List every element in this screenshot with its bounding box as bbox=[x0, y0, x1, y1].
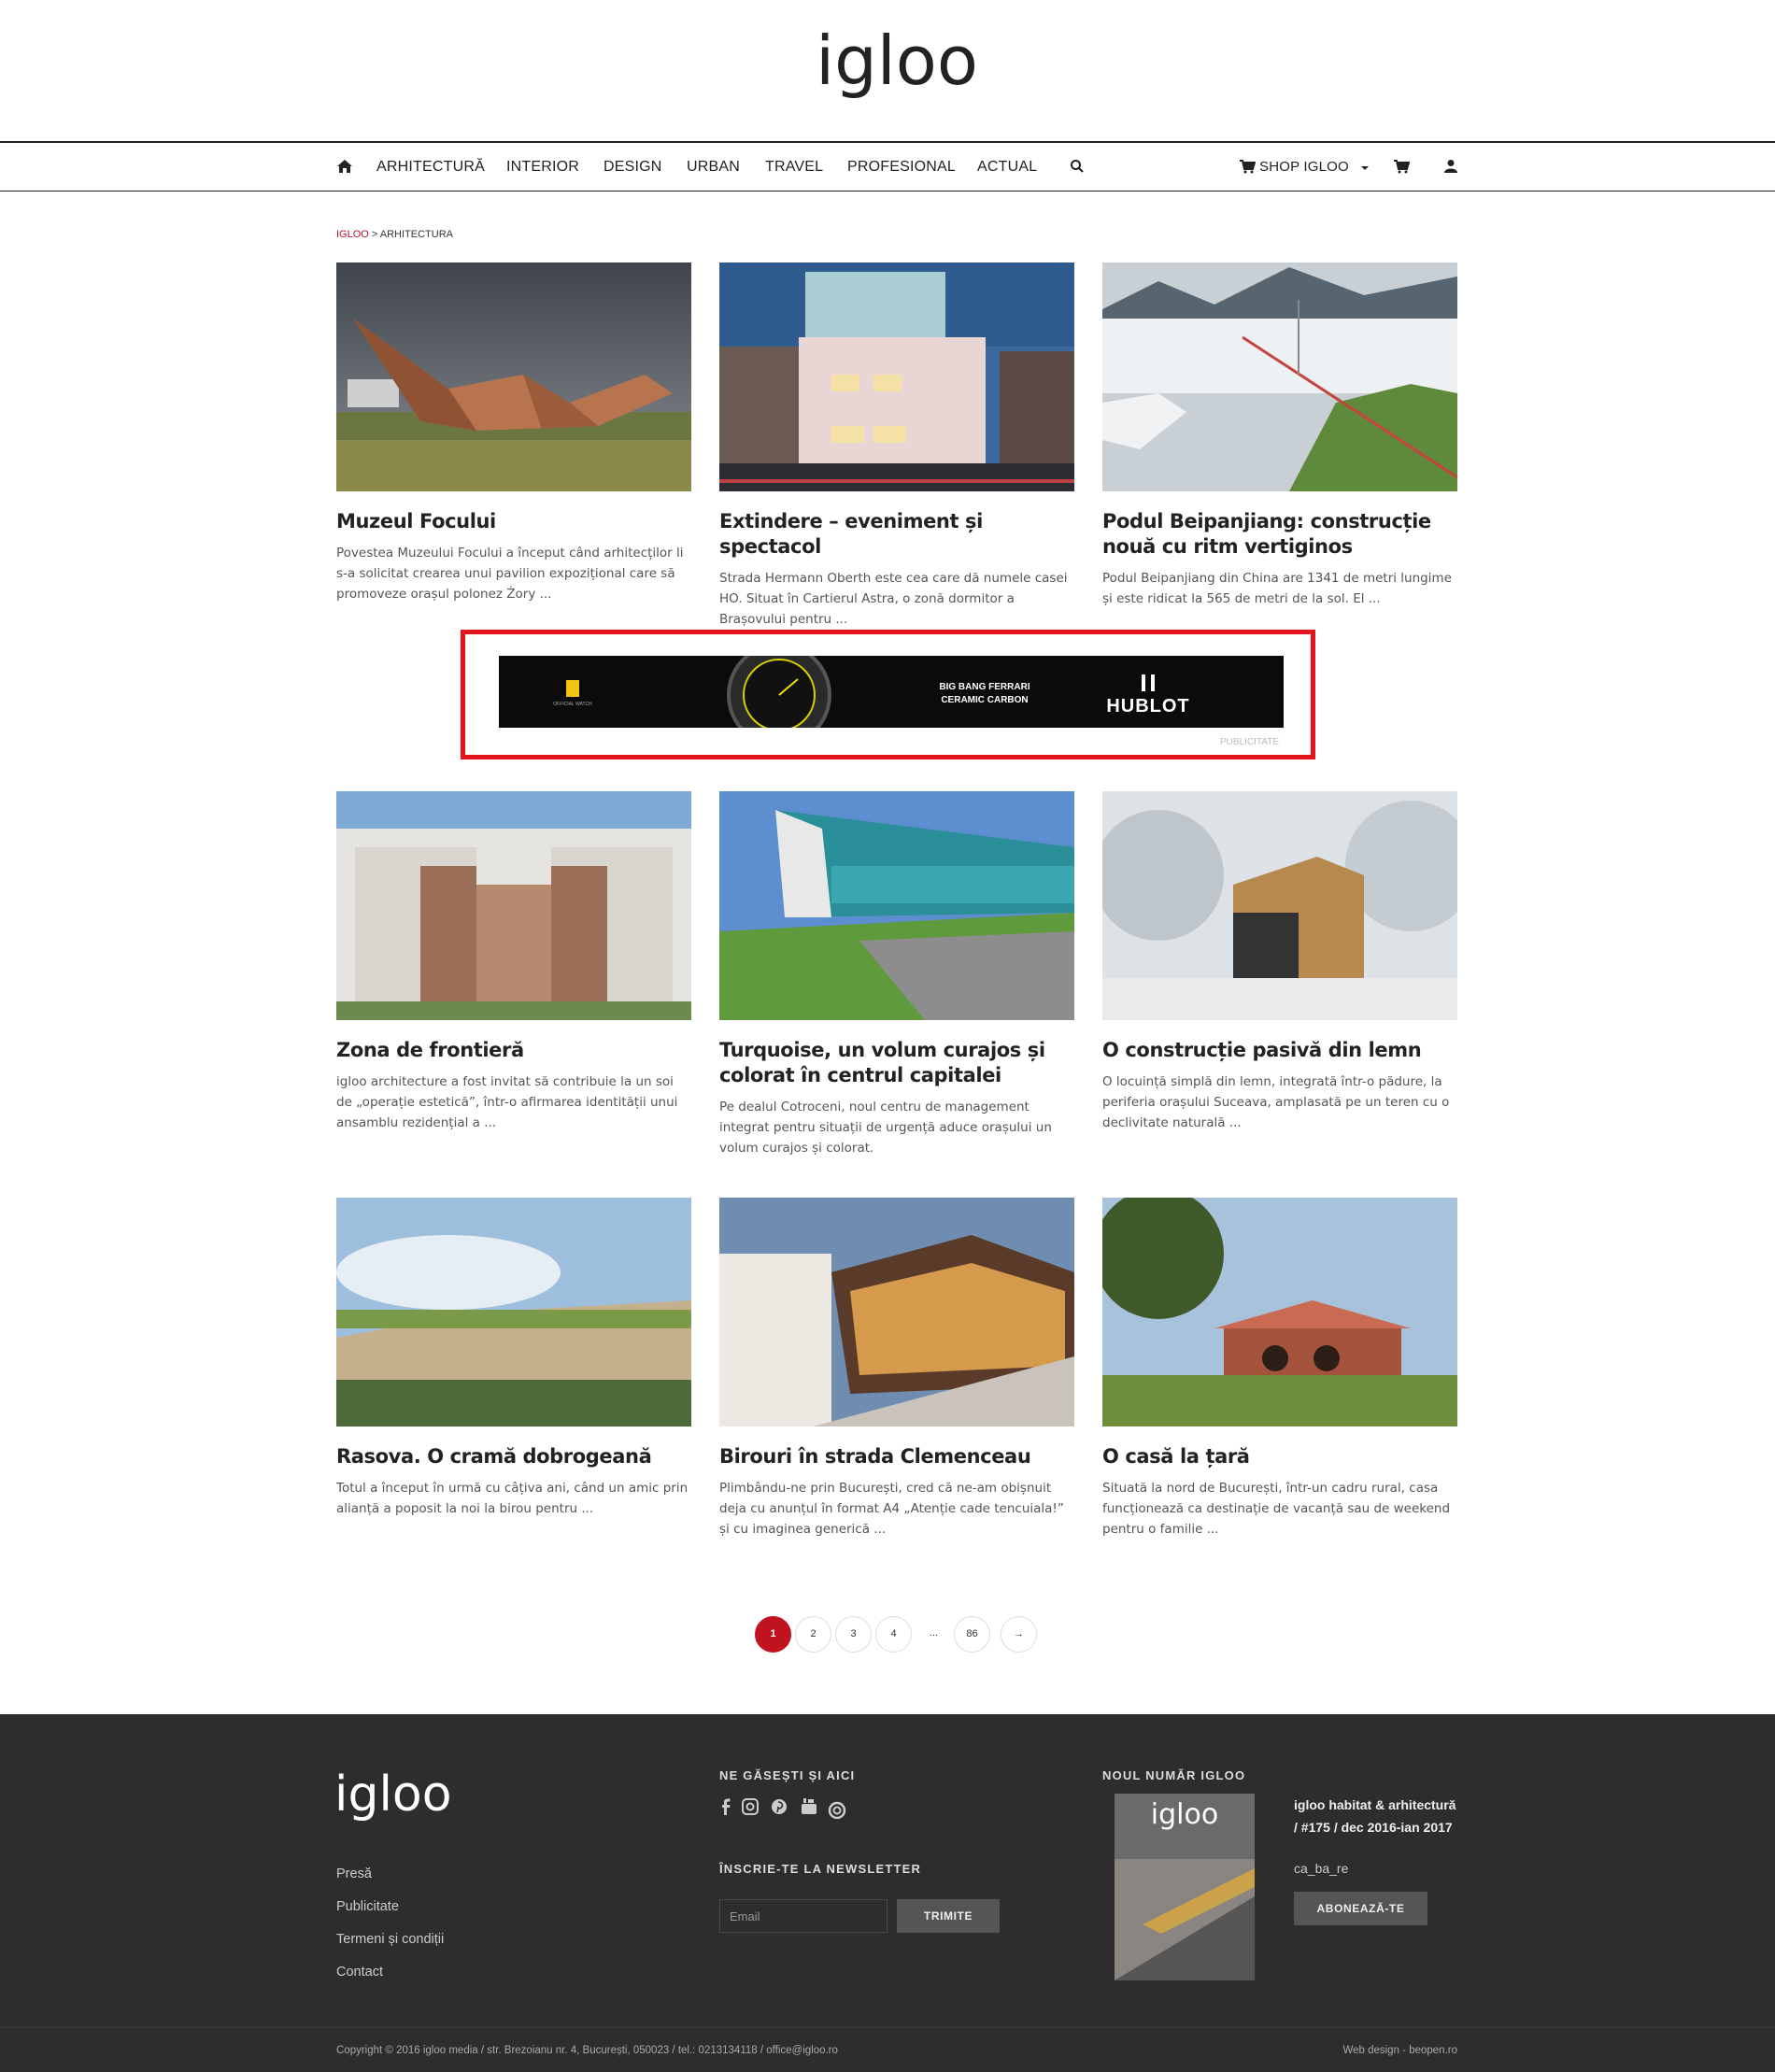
article-title[interactable]: Turquoise, un volum curajos și colorat î… bbox=[719, 1038, 1074, 1088]
ad-label: PUBLICITATE bbox=[1220, 737, 1279, 747]
nav-item-travel[interactable]: TRAVEL bbox=[765, 143, 823, 191]
ferrari-logo-icon bbox=[566, 680, 579, 697]
footer-link-publicitate[interactable]: Publicitate bbox=[336, 1899, 399, 1914]
site-header: igloo bbox=[0, 21, 1775, 123]
youtube-icon[interactable] bbox=[799, 1796, 819, 1817]
page-button-4[interactable]: 4 bbox=[875, 1616, 912, 1653]
article-image-constructie-pasiva[interactable] bbox=[1102, 791, 1457, 1020]
article-excerpt: O locuință simplă din lemn, integrată în… bbox=[1102, 1074, 1450, 1130]
issuu-icon[interactable] bbox=[827, 1800, 847, 1821]
article-image-o-casa-la-tara[interactable] bbox=[1102, 1198, 1457, 1426]
article-excerpt: Situată la nord de București, într-un ca… bbox=[1102, 1481, 1451, 1537]
footer-divider bbox=[0, 2027, 1775, 2028]
instagram-icon[interactable] bbox=[740, 1796, 760, 1817]
ad-brand: HUBLOT bbox=[1106, 696, 1189, 717]
user-icon[interactable] bbox=[1442, 158, 1459, 175]
home-icon[interactable] bbox=[336, 158, 353, 175]
pinterest-icon[interactable] bbox=[769, 1796, 789, 1817]
social-heading: NE GĂSEȘTI ȘI AICI bbox=[719, 1768, 856, 1782]
article-title[interactable]: Rasova. O cramă dobrogeană bbox=[336, 1444, 691, 1469]
article-excerpt: Pe dealul Cotroceni, noul centru de mana… bbox=[719, 1100, 1052, 1156]
main-navbar: ARHITECTURĂ INTERIOR DESIGN URBAN TRAVEL… bbox=[0, 141, 1775, 192]
site-logo-text: igloo bbox=[816, 21, 978, 100]
page-button-3[interactable]: 3 bbox=[835, 1616, 872, 1653]
article-image-muzeul-focului[interactable] bbox=[336, 263, 691, 491]
article-card: Zona de frontieră igloo architecture a f… bbox=[336, 791, 691, 1133]
footer-link-presa[interactable]: Presă bbox=[336, 1866, 372, 1881]
article-card: O construcție pasivă din lemn O locuință… bbox=[1102, 791, 1457, 1133]
copyright-text: Copyright © 2016 igloo media / str. Brez… bbox=[336, 2045, 838, 2056]
article-excerpt: Povestea Muzeului Focului a început când… bbox=[336, 546, 684, 602]
footer-logo[interactable]: igloo bbox=[334, 1766, 470, 1845]
article-image-turquoise[interactable] bbox=[719, 791, 1074, 1020]
new-issue-heading: NOUL NUMĂR IGLOO bbox=[1102, 1768, 1246, 1782]
newsletter-submit-button[interactable]: TRIMITE bbox=[897, 1899, 1000, 1933]
search-icon[interactable] bbox=[1069, 158, 1086, 175]
nav-item-interior[interactable]: INTERIOR bbox=[506, 143, 579, 191]
magazine-issue-title: igloo habitat & arhitectură / #175 / dec… bbox=[1294, 1797, 1456, 1835]
newsletter-email-input[interactable] bbox=[719, 1899, 888, 1933]
page-button-1[interactable]: 1 bbox=[755, 1616, 791, 1653]
next-page-button[interactable]: → bbox=[1001, 1616, 1037, 1653]
cart-icon[interactable] bbox=[1393, 158, 1410, 175]
chevron-down-icon[interactable] bbox=[1356, 160, 1373, 177]
ad-headline-2: CERAMIC CARBON bbox=[941, 695, 1028, 705]
article-card: Podul Beipanjiang: construcție nouă cu r… bbox=[1102, 263, 1457, 609]
page-ellipsis: ... bbox=[916, 1616, 952, 1653]
advertisement-frame: OFFICIAL WATCH BIG BANG FERRARI CERAMIC … bbox=[461, 630, 1315, 759]
site-logo[interactable]: igloo bbox=[808, 21, 986, 123]
article-excerpt: igloo architecture a fost invitat să con… bbox=[336, 1074, 678, 1130]
hublot-ad-banner[interactable]: OFFICIAL WATCH BIG BANG FERRARI CERAMIC … bbox=[499, 656, 1284, 728]
magazine-cover[interactable]: igloo bbox=[1115, 1794, 1255, 1980]
article-excerpt: Plimbându-ne prin București, cred că ne-… bbox=[719, 1481, 1064, 1537]
nav-item-profesional[interactable]: PROFESIONAL bbox=[847, 143, 956, 191]
article-card: Birouri în strada Clemenceau Plimbându-n… bbox=[719, 1198, 1074, 1540]
footer-link-contact[interactable]: Contact bbox=[336, 1965, 383, 1980]
newsletter-heading: ÎNSCRIE-TE LA NEWSLETTER bbox=[719, 1862, 922, 1876]
breadcrumb-separator: > bbox=[368, 229, 380, 240]
ad-small-text: OFFICIAL WATCH bbox=[553, 702, 592, 707]
shop-igloo-menu[interactable]: SHOP IGLOO bbox=[1259, 143, 1349, 191]
article-card: Turquoise, un volum curajos și colorat î… bbox=[719, 791, 1074, 1158]
article-title[interactable]: O construcție pasivă din lemn bbox=[1102, 1038, 1457, 1063]
article-image-birouri-clemenceau[interactable] bbox=[719, 1198, 1074, 1426]
nav-item-design[interactable]: DESIGN bbox=[604, 143, 662, 191]
article-title[interactable]: Birouri în strada Clemenceau bbox=[719, 1444, 1074, 1469]
magazine-cover-logo: igloo bbox=[1151, 1798, 1218, 1831]
article-image-podul-beipanjiang[interactable] bbox=[1102, 263, 1457, 491]
subscribe-button[interactable]: ABONEAZĂ-TE bbox=[1294, 1892, 1427, 1925]
article-title[interactable]: Extindere – eveniment și spectacol bbox=[719, 509, 1074, 560]
site-footer: igloo Presă Publicitate Termeni și condi… bbox=[0, 1714, 1775, 2072]
nav-item-arhitectura[interactable]: ARHITECTURĂ bbox=[376, 143, 485, 191]
article-image-extindere[interactable] bbox=[719, 263, 1074, 491]
web-design-credits[interactable]: Web design - beopen.ro bbox=[1342, 2045, 1457, 2056]
article-card: Muzeul Focului Povestea Muzeului Focului… bbox=[336, 263, 691, 604]
breadcrumb: IGLOO > ARHITECTURA bbox=[336, 229, 453, 240]
ad-headline-1: BIG BANG FERRARI bbox=[939, 682, 1030, 692]
page-button-2[interactable]: 2 bbox=[795, 1616, 831, 1653]
pagination: 1 2 3 4 ... 86 → bbox=[0, 1616, 1775, 1653]
article-excerpt: Podul Beipanjiang din China are 1341 de … bbox=[1102, 571, 1452, 606]
article-excerpt: Totul a început în urmă cu câțiva ani, c… bbox=[336, 1481, 689, 1516]
article-card: O casă la țară Situată la nord de Bucure… bbox=[1102, 1198, 1457, 1540]
facebook-icon[interactable] bbox=[716, 1796, 736, 1817]
article-image-zona-de-frontiera[interactable] bbox=[336, 791, 691, 1020]
footer-logo-text: igloo bbox=[334, 1767, 452, 1823]
nav-item-actual[interactable]: ACTUAL bbox=[977, 143, 1037, 191]
page-button-86[interactable]: 86 bbox=[954, 1616, 990, 1653]
shop-cart-icon bbox=[1240, 160, 1256, 174]
magazine-issue-subtitle: ca_ba_re bbox=[1294, 1861, 1349, 1876]
article-card: Extindere – eveniment și spectacol Strad… bbox=[719, 263, 1074, 630]
article-image-rasova[interactable] bbox=[336, 1198, 691, 1426]
article-card: Rasova. O cramă dobrogeană Totul a încep… bbox=[336, 1198, 691, 1519]
nav-item-urban[interactable]: URBAN bbox=[687, 143, 740, 191]
breadcrumb-home[interactable]: IGLOO bbox=[336, 229, 369, 240]
article-excerpt: Strada Hermann Oberth este cea care dă n… bbox=[719, 571, 1068, 627]
footer-link-termeni[interactable]: Termeni și condiții bbox=[336, 1932, 444, 1947]
article-title[interactable]: Muzeul Focului bbox=[336, 509, 691, 534]
article-title[interactable]: Podul Beipanjiang: construcție nouă cu r… bbox=[1102, 509, 1457, 560]
article-title[interactable]: O casă la țară bbox=[1102, 1444, 1457, 1469]
breadcrumb-current: ARHITECTURA bbox=[379, 229, 454, 240]
article-title[interactable]: Zona de frontieră bbox=[336, 1038, 691, 1063]
